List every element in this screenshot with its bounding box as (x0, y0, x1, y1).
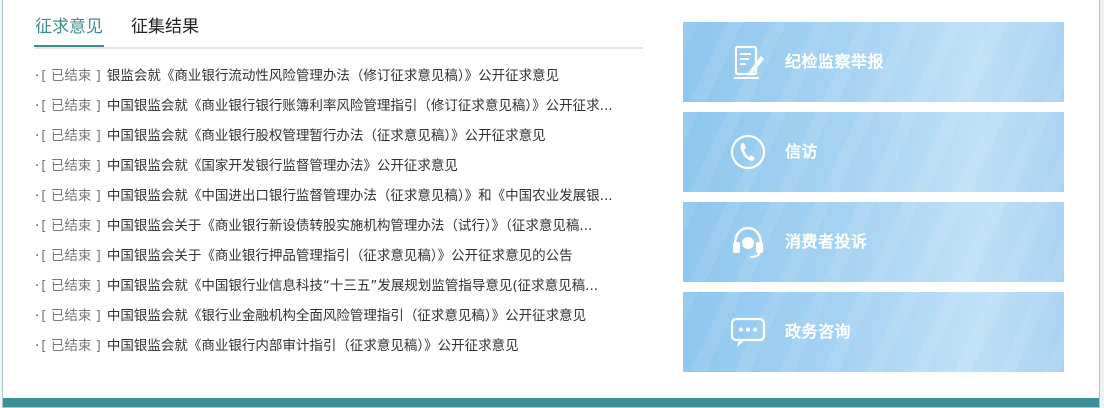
status-badge: [ 已结束 ] (41, 158, 101, 174)
status-badge: [ 已结束 ] (41, 98, 101, 114)
list-item[interactable]: ·[ 已结束 ] 中国银监会就《商业银行内部审计指引（征求意见稿）》公开征求意见 (35, 331, 647, 361)
bullet: · (35, 278, 40, 294)
tile-petition[interactable]: 信访 (683, 112, 1064, 192)
status-badge: [ 已结束 ] (41, 308, 101, 324)
status-badge: [ 已结束 ] (41, 128, 101, 144)
bullet: · (35, 218, 40, 234)
list-item[interactable]: ·[ 已结束 ] 中国银监会就《中国进出口银行监督管理办法（征求意见稿）》和《中国… (35, 181, 647, 211)
notice-link[interactable]: 中国银监会就《商业银行股权管理暂行办法（征求意见稿）》公开征求意见 (107, 128, 546, 144)
notice-link[interactable]: 中国银监会就《商业银行银行账簿利率风险管理指引（修订征求意见稿）》公开征求... (107, 98, 613, 114)
bullet: · (35, 188, 40, 204)
bottom-bar (3, 398, 1099, 407)
phone-icon (729, 133, 767, 171)
bullet: · (35, 248, 40, 264)
list-item[interactable]: ·[ 已结束 ] 中国银监会就《国家开发银行监督管理办法》公开征求意见 (35, 151, 647, 181)
notice-link[interactable]: 中国银监会就《银行业金融机构全面风险管理指引（征求意见稿）》公开征求意见 (107, 308, 586, 324)
list-item[interactable]: ·[ 已结束 ] 银监会就《商业银行流动性风险管理办法（修订征求意见稿）》公开征求… (35, 61, 647, 91)
tile-label: 政务咨询 (785, 322, 852, 341)
chat-bubble-icon (729, 313, 767, 351)
list-item[interactable]: ·[ 已结束 ] 中国银监会就《商业银行银行账簿利率风险管理指引（修订征求意见稿）… (35, 91, 647, 121)
bullet: · (35, 98, 40, 114)
main-panel: 征求意见 征集结果 ·[ 已结束 ] 银监会就《商业银行流动性风险管理办法（修订征… (2, 0, 1100, 408)
status-badge: [ 已结束 ] (41, 188, 101, 204)
report-form-icon (729, 43, 767, 81)
tile-label: 消费者投诉 (785, 232, 868, 251)
tile-consumer-complaint[interactable]: 消费者投诉 (683, 202, 1064, 282)
list-item[interactable]: ·[ 已结束 ] 中国银监会就《中国银行业信息科技“十三五”发展规划监管指导意见(… (35, 271, 647, 301)
tab-collection-results[interactable]: 征集结果 (131, 15, 199, 39)
tile-label: 信访 (785, 142, 819, 161)
list-item[interactable]: ·[ 已结束 ] 中国银监会就《银行业金融机构全面风险管理指引（征求意见稿）》公开… (35, 301, 647, 331)
status-badge: [ 已结束 ] (41, 68, 101, 84)
notice-tabs: 征求意见 征集结果 (34, 13, 643, 49)
tile-government-consult[interactable]: 政务咨询 (683, 292, 1064, 372)
bullet: · (35, 128, 40, 144)
notice-list: ·[ 已结束 ] 银监会就《商业银行流动性风险管理办法（修订征求意见稿）》公开征求… (35, 61, 647, 361)
service-tiles: 纪检监察举报 信访 消费者投诉 政务咨询 (683, 22, 1064, 382)
bullet: · (35, 68, 40, 84)
status-badge: [ 已结束 ] (41, 338, 101, 354)
bullet: · (35, 338, 40, 354)
notice-link[interactable]: 中国银监会就《商业银行内部审计指引（征求意见稿）》公开征求意见 (107, 338, 519, 354)
status-badge: [ 已结束 ] (41, 218, 101, 234)
notice-link[interactable]: 中国银监会关于《商业银行新设债转股实施机构管理办法（试行）》（征求意见稿... (107, 218, 592, 234)
tab-solicit-opinions[interactable]: 征求意见 (34, 15, 104, 47)
list-item[interactable]: ·[ 已结束 ] 中国银监会就《商业银行股权管理暂行办法（征求意见稿）》公开征求意… (35, 121, 647, 151)
notice-link[interactable]: 中国银监会就《中国银行业信息科技“十三五”发展规划监管指导意见(征求意见稿... (107, 278, 598, 294)
list-item[interactable]: ·[ 已结束 ] 中国银监会关于《商业银行新设债转股实施机构管理办法（试行）》（征… (35, 211, 647, 241)
notice-link[interactable]: 中国银监会关于《商业银行押品管理指引（征求意见稿）》公开征求意见的公告 (107, 248, 573, 264)
list-item[interactable]: ·[ 已结束 ] 中国银监会关于《商业银行押品管理指引（征求意见稿）》公开征求意见… (35, 241, 647, 271)
notice-link[interactable]: 银监会就《商业银行流动性风险管理办法（修订征求意见稿）》公开征求意见 (107, 68, 559, 84)
status-badge: [ 已结束 ] (41, 278, 101, 294)
bullet: · (35, 308, 40, 324)
notice-link[interactable]: 中国银监会就《国家开发银行监督管理办法》公开征求意见 (107, 158, 458, 174)
headset-icon (729, 223, 767, 261)
bullet: · (35, 158, 40, 174)
status-badge: [ 已结束 ] (41, 248, 101, 264)
tile-label: 纪检监察举报 (785, 52, 885, 71)
notice-link[interactable]: 中国银监会就《中国进出口银行监督管理办法（征求意见稿）》和《中国农业发展银... (107, 188, 613, 204)
tile-discipline-report[interactable]: 纪检监察举报 (683, 22, 1064, 102)
